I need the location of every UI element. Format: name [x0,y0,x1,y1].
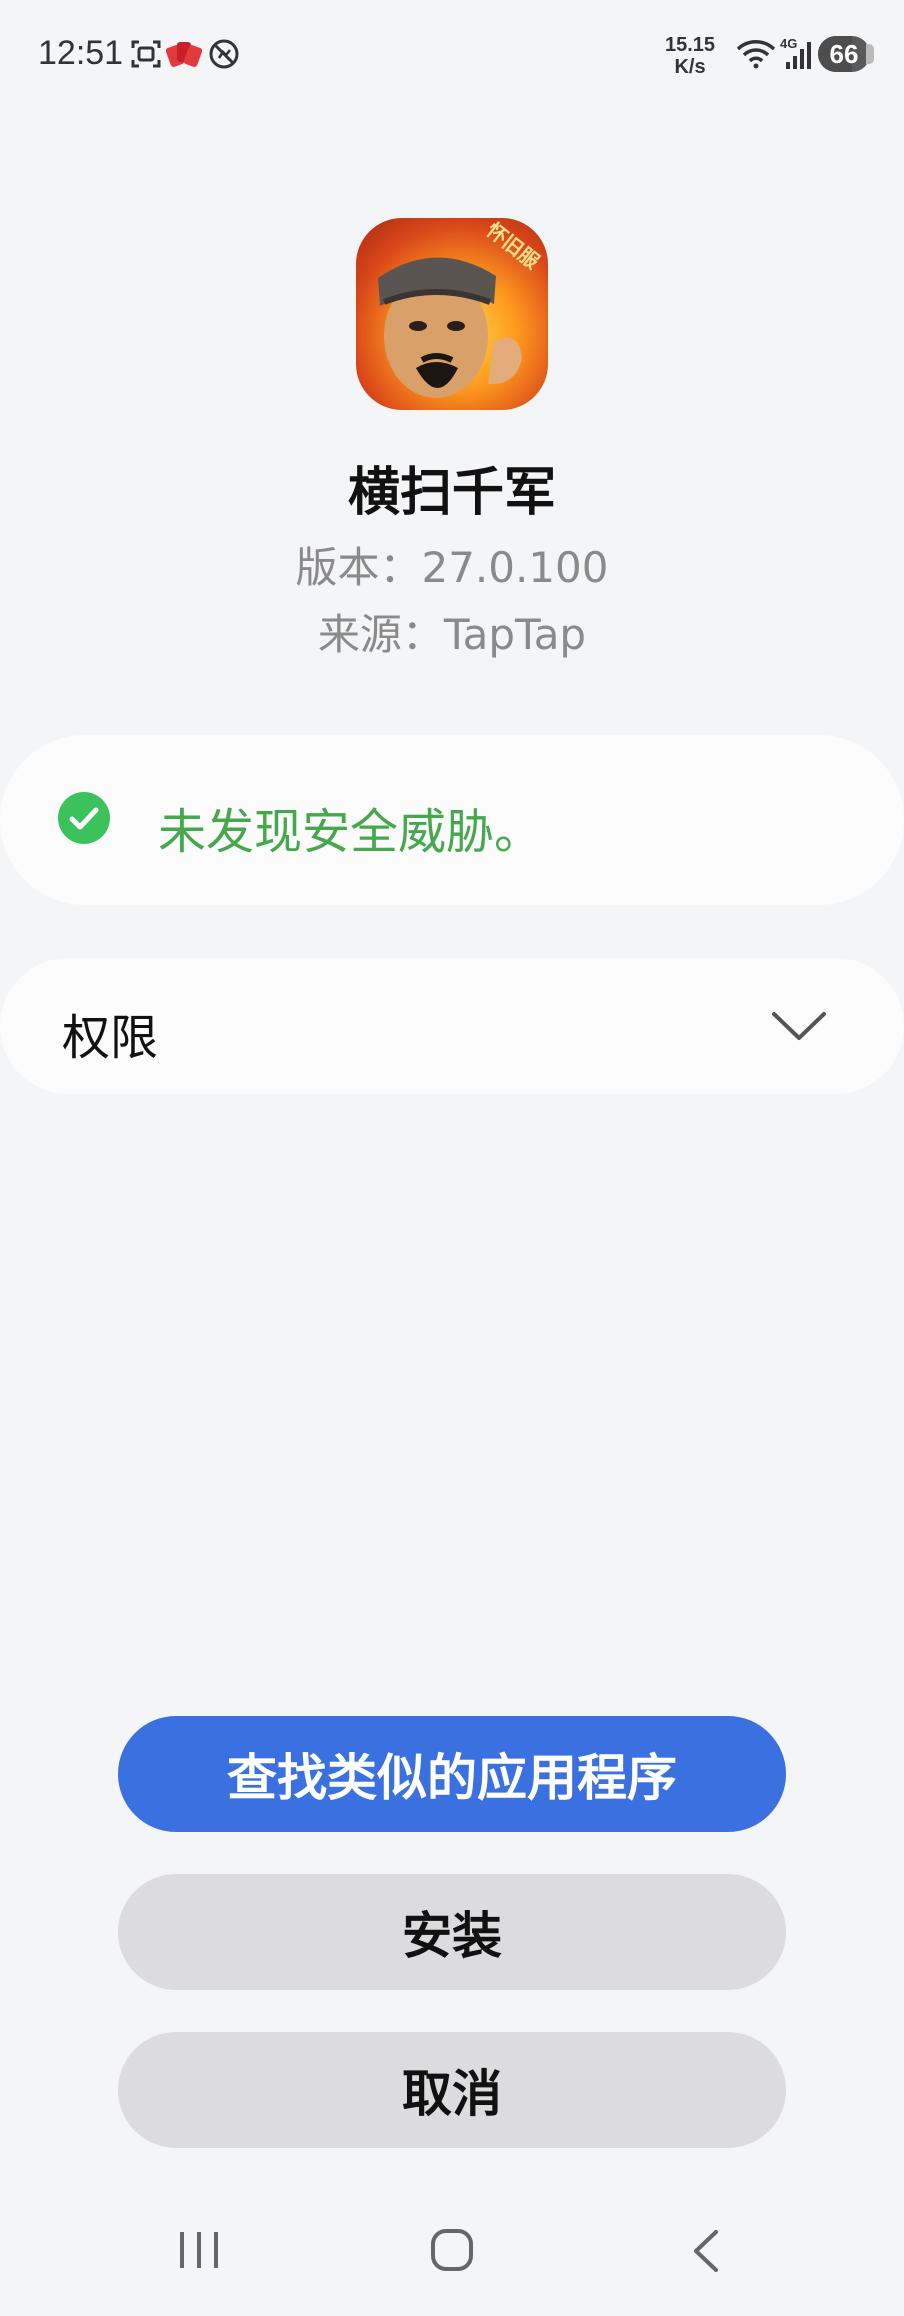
back-icon[interactable] [688,2228,722,2274]
app-version: 版本：27.0.100 [295,543,609,592]
find-similar-apps-button[interactable]: 查找类似的应用程序 [118,1716,786,1832]
security-status-text: 未发现安全威胁。 [158,804,543,860]
battery-icon: 66 [818,36,870,72]
app-source: 来源：TapTap [317,610,587,659]
wifi-icon [736,40,776,69]
screenshot-icon [131,40,161,68]
network-speed-unit: K/s [674,56,706,78]
cancel-button[interactable]: 取消 [118,2032,786,2148]
chevron-down-icon[interactable] [770,1008,828,1044]
permissions-label: 权限 [62,1010,159,1066]
app-icon: 怀旧服 [356,218,548,410]
install-button[interactable]: 安装 [118,1874,786,1990]
network-speed: 15.15 K/s [660,34,720,78]
signal-icon [786,42,811,69]
network-speed-value: 15.15 [664,34,716,56]
no-disturb-icon [209,39,239,69]
battery-tip [866,44,874,64]
recent-apps-icon[interactable] [176,2230,222,2270]
battery-level: 66 [829,39,859,69]
app-name: 横扫千军 [347,463,556,523]
cards-app-icon [166,42,202,67]
check-circle-icon [58,792,110,844]
home-icon[interactable] [430,2228,474,2272]
status-time: 12:51 [38,34,124,72]
